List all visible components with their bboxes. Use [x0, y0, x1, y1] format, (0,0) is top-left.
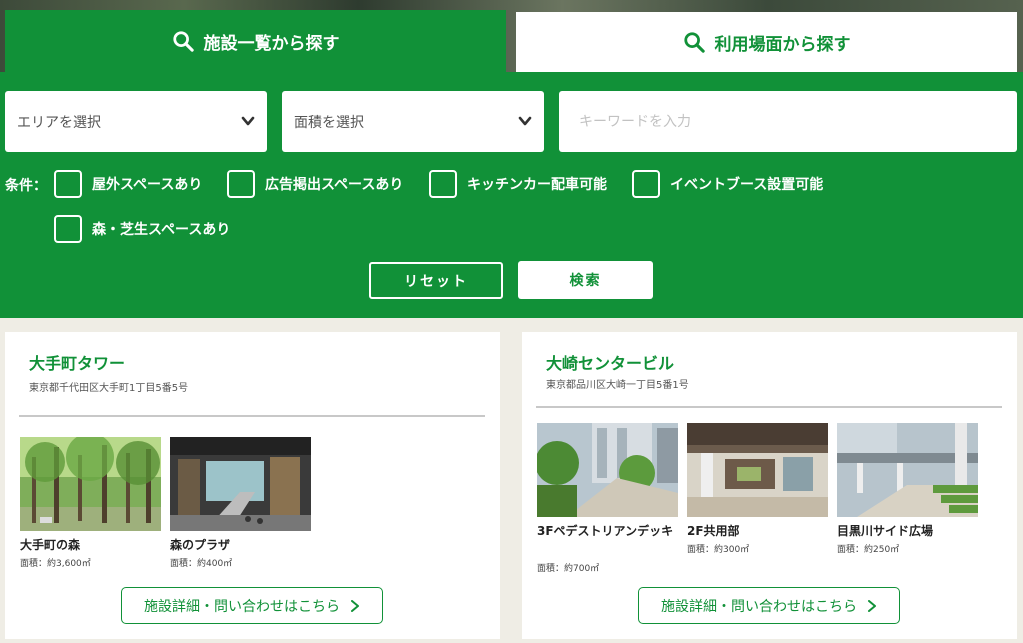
place-photo-pedestrian-deck[interactable]	[537, 423, 678, 517]
facility-address: 東京都品川区大崎一丁目5番1号	[546, 380, 689, 391]
facility-name[interactable]: 大崎センタービル	[546, 350, 674, 374]
condition-label: 広告掲出スペースあり	[265, 177, 404, 193]
condition-label: キッチンカー配車可能	[467, 177, 607, 193]
condition-kitchen-car[interactable]: キッチンカー配車可能	[429, 170, 607, 198]
chevron-down-icon	[518, 116, 532, 126]
search-icon	[172, 31, 194, 52]
facility-address: 東京都千代田区大手町1丁目5番5号	[29, 383, 189, 394]
place-area: 面積：約250㎡	[837, 545, 900, 555]
keyword-input[interactable]	[559, 91, 1017, 152]
facility-card: 大手町タワー 東京都千代田区大手町1丁目5番5号 大手町の森 面積：約3,600…	[5, 332, 500, 639]
place-photo-common-area[interactable]	[687, 423, 828, 517]
search-panel: エリアを選択 面積を選択 条件： 屋外スペースあり 広告掲出スペースあり キッチ…	[0, 72, 1023, 318]
tab-label: 利用場面から探す	[714, 34, 851, 55]
search-icon	[683, 32, 705, 53]
conditions-label: 条件：	[5, 178, 47, 194]
place-area: 面積：約400㎡	[170, 559, 233, 569]
tab-facility-list[interactable]: 施設一覧から探す	[5, 10, 506, 72]
chevron-down-icon	[241, 116, 255, 126]
place-photo-forest[interactable]	[20, 437, 161, 531]
place-photo-plaza[interactable]	[170, 437, 311, 531]
chevron-right-icon	[351, 599, 359, 612]
checkbox[interactable]	[54, 170, 82, 198]
tab-label: 施設一覧から探す	[203, 33, 340, 54]
condition-label: 森・芝生スペースあり	[92, 222, 231, 238]
size-select[interactable]: 面積を選択	[282, 91, 544, 152]
condition-label: イベントブース設置可能	[670, 177, 824, 193]
condition-event-booth[interactable]: イベントブース設置可能	[632, 170, 823, 198]
facility-detail-button[interactable]: 施設詳細・問い合わせはこちら	[121, 587, 383, 624]
checkbox[interactable]	[429, 170, 457, 198]
checkbox[interactable]	[227, 170, 255, 198]
checkbox[interactable]	[54, 215, 82, 243]
place-area: 面積：約300㎡	[687, 545, 750, 555]
size-select-label: 面積を選択	[294, 114, 364, 131]
facility-name[interactable]: 大手町タワー	[29, 350, 125, 374]
chevron-right-icon	[868, 599, 876, 612]
reset-button[interactable]: リセット	[369, 262, 503, 299]
condition-forest-lawn[interactable]: 森・芝生スペースあり	[54, 215, 230, 243]
place-photo-riverside-plaza[interactable]	[837, 423, 978, 517]
place-name: 3Fペデストリアンデッキ	[537, 524, 674, 538]
area-select-label: エリアを選択	[17, 114, 101, 131]
detail-button-label: 施設詳細・問い合わせはこちら	[144, 598, 340, 615]
place-name: 大手町の森	[20, 538, 81, 552]
area-select[interactable]: エリアを選択	[5, 91, 267, 152]
place-name: 2F共用部	[687, 524, 740, 538]
detail-button-label: 施設詳細・問い合わせはこちら	[661, 598, 857, 615]
tab-usage-scene[interactable]: 利用場面から探す	[516, 12, 1017, 72]
divider	[536, 406, 1002, 408]
condition-outdoor-space[interactable]: 屋外スペースあり	[54, 170, 202, 198]
place-name: 目黒川サイド広場	[837, 524, 934, 538]
place-name: 森のプラザ	[170, 538, 231, 552]
place-area: 面積：約700㎡	[537, 564, 600, 574]
checkbox[interactable]	[632, 170, 660, 198]
facility-card: 大崎センタービル 東京都品川区大崎一丁目5番1号 3Fペデストリアンデッキ 面積…	[522, 332, 1017, 639]
condition-label: 屋外スペースあり	[92, 177, 203, 193]
facility-detail-button[interactable]: 施設詳細・問い合わせはこちら	[638, 587, 900, 624]
condition-ad-space[interactable]: 広告掲出スペースあり	[227, 170, 403, 198]
divider	[19, 415, 485, 417]
place-area: 面積：約3,600㎡	[20, 559, 91, 569]
search-button[interactable]: 検索	[518, 261, 653, 299]
